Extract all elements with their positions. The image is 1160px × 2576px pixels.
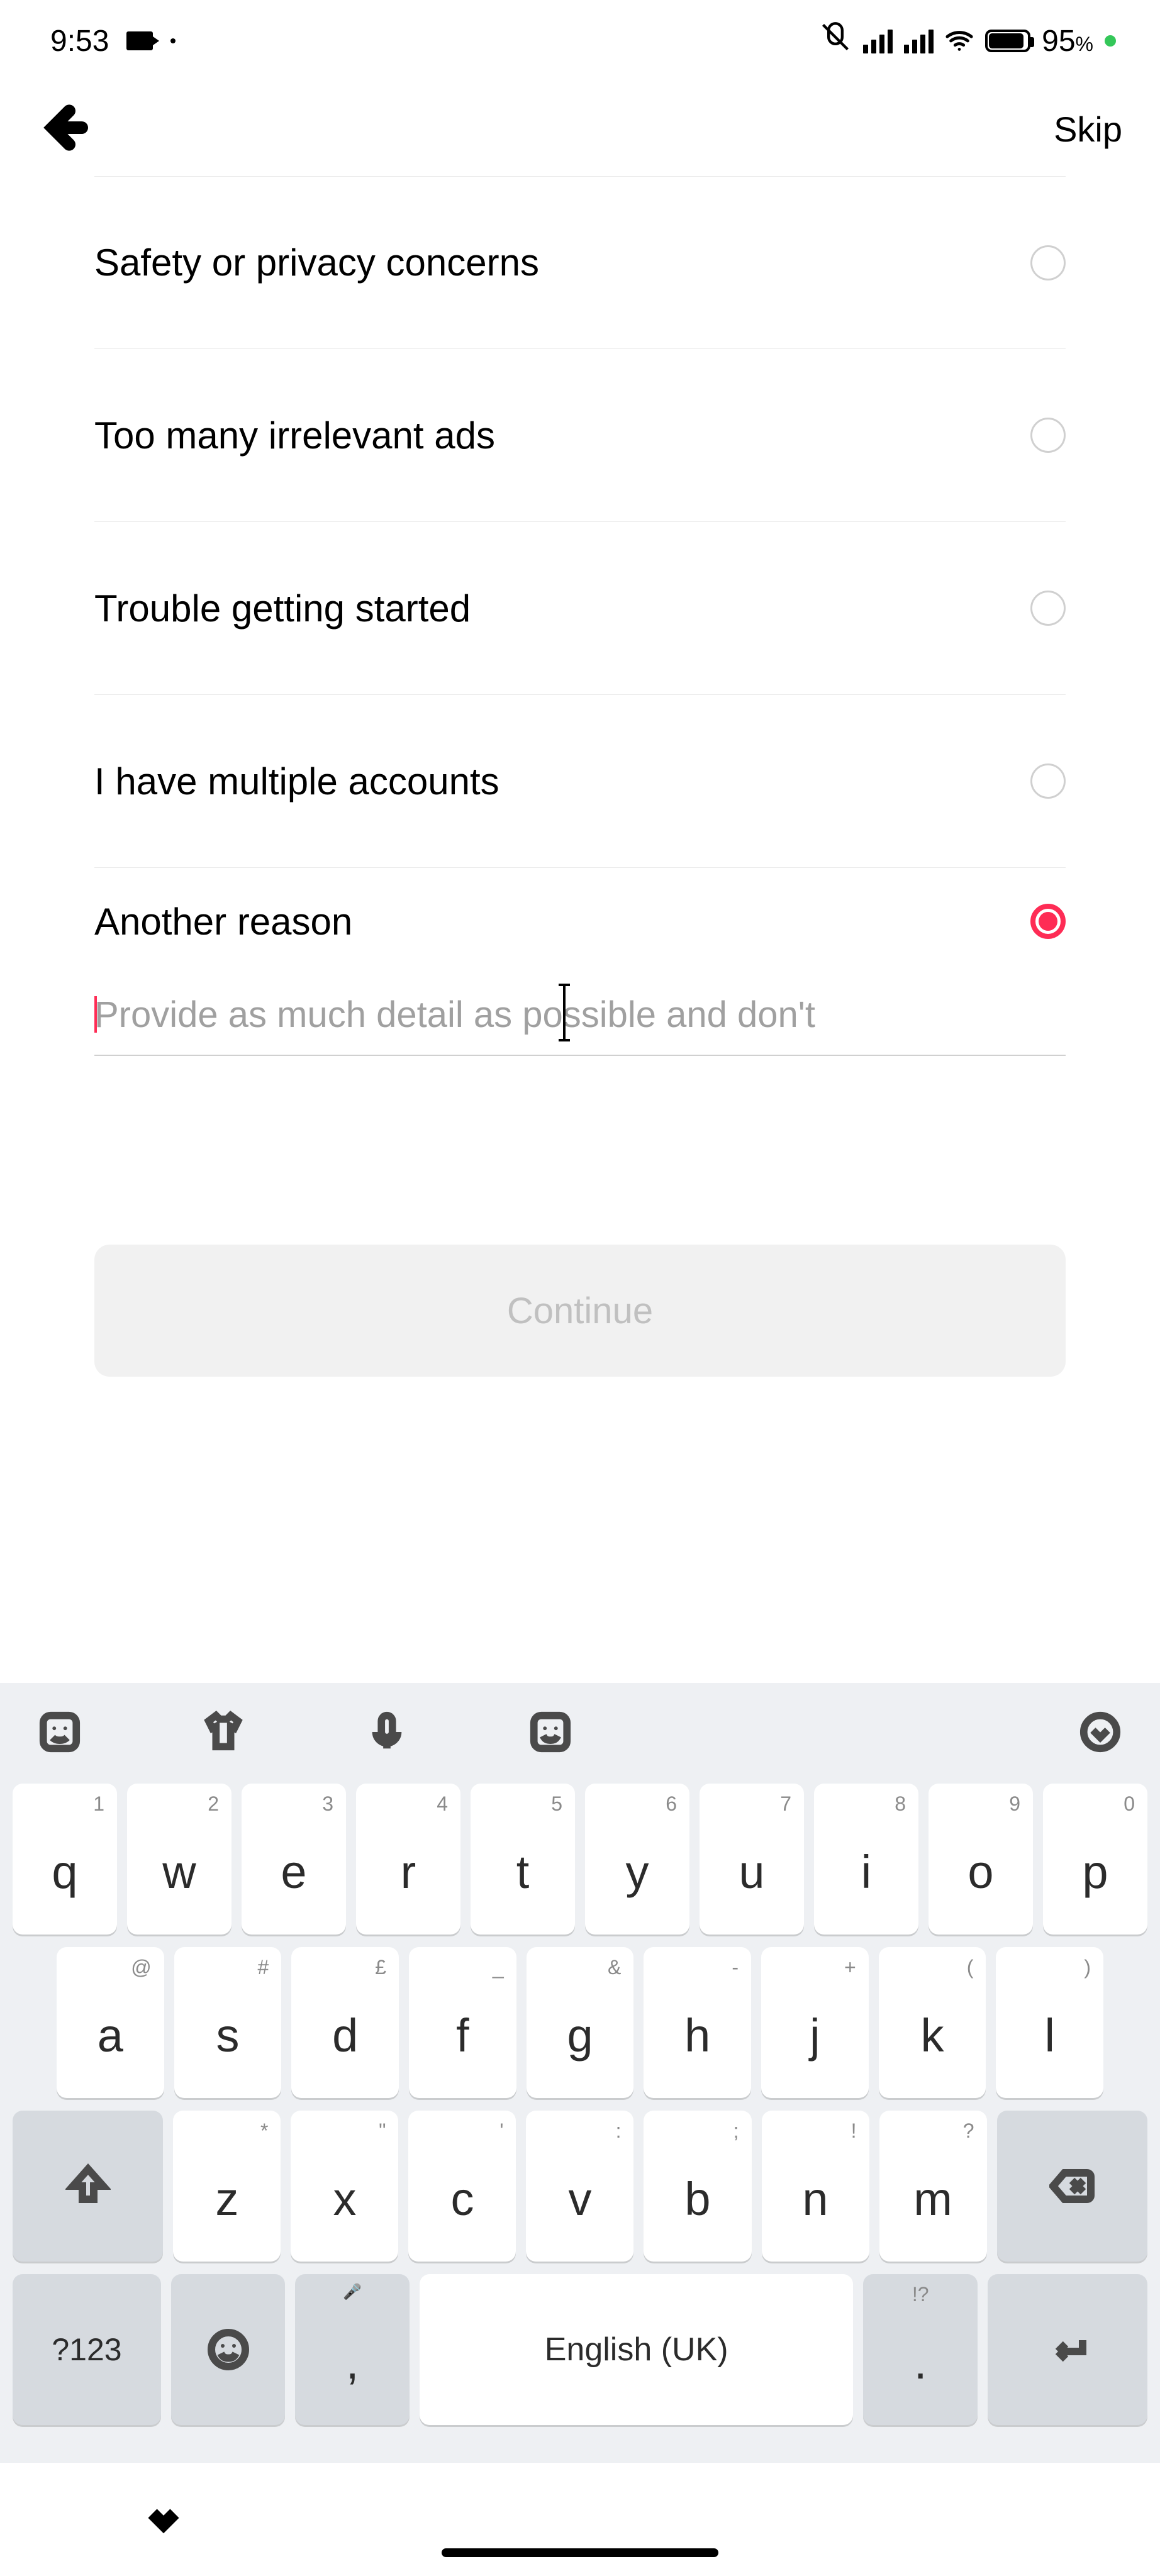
- radio-icon: [1030, 763, 1066, 799]
- detail-input[interactable]: [94, 994, 1066, 1036]
- backspace-key[interactable]: [997, 2111, 1147, 2262]
- status-dot: [170, 38, 176, 43]
- text-cursor-icon: [94, 996, 97, 1033]
- key-b[interactable]: ;b: [644, 2111, 751, 2262]
- key-a[interactable]: @a: [57, 1947, 164, 2098]
- key-g[interactable]: &g: [527, 1947, 634, 2098]
- key-r[interactable]: 4r: [356, 1784, 460, 1935]
- wifi-icon: [945, 26, 974, 55]
- keyboard-row-1: 1q2w3e4r5t6y7u8i9o0p: [13, 1784, 1147, 1935]
- key-q[interactable]: 1q: [13, 1784, 117, 1935]
- mic-small-icon: 🎤: [343, 2283, 362, 2301]
- option-trouble-started[interactable]: Trouble getting started: [94, 522, 1066, 695]
- back-button[interactable]: [38, 103, 88, 156]
- key-i[interactable]: 8i: [814, 1784, 918, 1935]
- shift-key[interactable]: [13, 2111, 163, 2262]
- continue-label: Continue: [507, 1290, 653, 1332]
- key-w[interactable]: 2w: [127, 1784, 231, 1935]
- key-j[interactable]: +j: [761, 1947, 869, 2098]
- key-m[interactable]: ?m: [879, 2111, 987, 2262]
- skip-button[interactable]: Skip: [1054, 109, 1122, 150]
- key-s[interactable]: #s: [174, 1947, 282, 2098]
- header: Skip: [0, 82, 1160, 176]
- system-navbar: [0, 2463, 1160, 2576]
- radio-icon: [1030, 245, 1066, 280]
- radio-selected-icon: [1030, 904, 1066, 939]
- status-time: 9:53: [50, 24, 109, 58]
- key-h[interactable]: -h: [644, 1947, 751, 2098]
- key-z[interactable]: *z: [173, 2111, 281, 2262]
- key-k[interactable]: (k: [879, 1947, 986, 2098]
- key-p[interactable]: 0p: [1043, 1784, 1147, 1935]
- text-caret-icon: [563, 984, 566, 1041]
- mute-icon: [819, 21, 852, 61]
- key-x[interactable]: "x: [291, 2111, 398, 2262]
- option-label: Too many irrelevant ads: [94, 414, 1030, 457]
- reason-list: Safety or privacy concerns Too many irre…: [0, 176, 1160, 1683]
- option-label: Another reason: [94, 900, 1030, 943]
- home-indicator[interactable]: [442, 2548, 718, 2557]
- option-multiple-accounts[interactable]: I have multiple accounts: [94, 695, 1066, 868]
- radio-icon: [1030, 418, 1066, 453]
- keyboard-row-2: @a#s£d_f&g-h+j(k)l: [13, 1947, 1147, 2098]
- option-safety-privacy[interactable]: Safety or privacy concerns: [94, 176, 1066, 349]
- option-label: I have multiple accounts: [94, 760, 1030, 803]
- key-u[interactable]: 7u: [700, 1784, 804, 1935]
- keyboard-row-4: ?123 🎤 , English (UK) !? .: [13, 2274, 1147, 2425]
- key-d[interactable]: £d: [291, 1947, 399, 2098]
- key-y[interactable]: 6y: [585, 1784, 689, 1935]
- space-key[interactable]: English (UK): [420, 2274, 854, 2425]
- sticker-icon[interactable]: [38, 1710, 82, 1757]
- key-c[interactable]: 'c: [408, 2111, 516, 2262]
- recording-icon: [126, 31, 153, 50]
- emoji-icon[interactable]: [528, 1710, 572, 1757]
- comma-key[interactable]: 🎤 ,: [295, 2274, 409, 2425]
- key-o[interactable]: 9o: [929, 1784, 1033, 1935]
- battery-pct: 95%: [1042, 24, 1093, 58]
- camera-active-dot-icon: [1105, 35, 1116, 47]
- detail-field[interactable]: [94, 994, 1066, 1056]
- keyboard-row-3: *z"x'c:v;b!n?m: [13, 2111, 1147, 2262]
- tshirt-icon[interactable]: [201, 1710, 245, 1757]
- keyboard: 1q2w3e4r5t6y7u8i9o0p @a#s£d_f&g-h+j(k)l …: [0, 1683, 1160, 2463]
- key-f[interactable]: _f: [409, 1947, 516, 2098]
- emoji-key[interactable]: [171, 2274, 285, 2425]
- signal-icon: [863, 28, 893, 53]
- keyboard-toolbar: [0, 1683, 1160, 1784]
- period-key[interactable]: !? .: [863, 2274, 977, 2425]
- option-label: Safety or privacy concerns: [94, 241, 1030, 284]
- battery-icon: [985, 30, 1030, 52]
- collapse-keyboard-icon[interactable]: [1078, 1710, 1122, 1757]
- radio-icon: [1030, 591, 1066, 626]
- continue-button[interactable]: Continue: [94, 1245, 1066, 1377]
- status-bar: 9:53 95%: [0, 0, 1160, 82]
- key-l[interactable]: )l: [996, 1947, 1103, 2098]
- option-label: Trouble getting started: [94, 587, 1030, 630]
- signal-icon-2: [904, 28, 934, 53]
- option-irrelevant-ads[interactable]: Too many irrelevant ads: [94, 349, 1066, 522]
- option-another-reason[interactable]: Another reason: [94, 868, 1066, 975]
- key-e[interactable]: 3e: [242, 1784, 346, 1935]
- key-v[interactable]: :v: [526, 2111, 633, 2262]
- symbols-key[interactable]: ?123: [13, 2274, 161, 2425]
- enter-key[interactable]: [988, 2274, 1147, 2425]
- key-t[interactable]: 5t: [471, 1784, 575, 1935]
- key-n[interactable]: !n: [762, 2111, 869, 2262]
- mic-icon[interactable]: [365, 1710, 409, 1757]
- collapse-nav-icon[interactable]: [145, 2499, 182, 2540]
